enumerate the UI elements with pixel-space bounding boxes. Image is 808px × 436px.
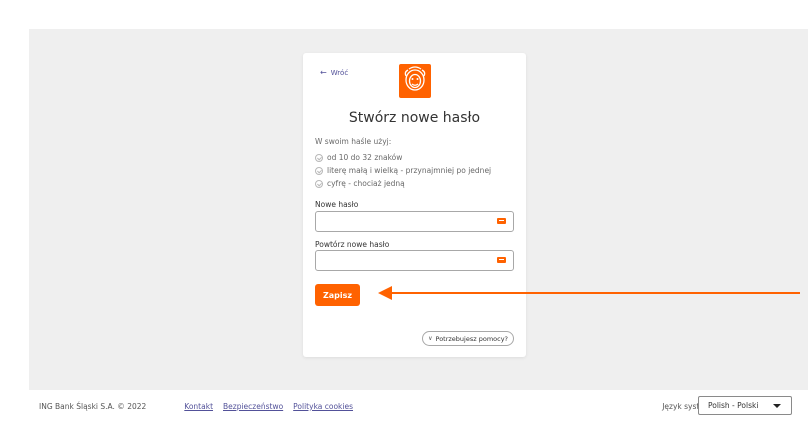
back-link-label: Wróć [330,68,349,77]
footer: ING Bank Śląski S.A. © 2022 Kontakt Bezp… [29,390,808,422]
help-button[interactable]: ∨ Potrzebujesz pomocy? [422,331,514,346]
create-password-card: ← Wróć Stwórz nowe hasło W swoim haśle u… [303,53,526,357]
ing-lion-logo [399,64,431,98]
check-circle-icon [315,153,323,162]
new-password-field[interactable] [315,211,514,234]
check-circle-icon [315,179,323,188]
virtual-keyboard-icon[interactable] [497,218,506,224]
footer-link-kontakt[interactable]: Kontakt [184,402,213,411]
back-link[interactable]: ← Wróć [320,68,348,77]
virtual-keyboard-icon[interactable] [497,257,506,263]
password-rules-intro: W swoim haśle użyj: [315,137,392,146]
footer-link-bezpieczenstwo[interactable]: Bezpieczeństwo [223,402,283,411]
password-rule: literę małą i wielką - przynajmniej po j… [315,164,491,177]
password-rules-list: od 10 do 32 znaków literę małą i wielką … [315,151,491,190]
new-password-label: Nowe hasło [315,200,359,209]
language-select-value: Polish - Polski [708,401,759,410]
repeat-password-input[interactable] [316,254,486,273]
arrow-left-icon: ← [320,68,327,77]
copyright-text: ING Bank Śląski S.A. © 2022 [39,401,147,411]
new-password-input[interactable] [316,215,486,234]
password-rule: od 10 do 32 znaków [315,151,491,164]
save-button[interactable]: Zapisz [315,284,360,306]
chevron-down-icon: ∨ [428,335,433,342]
language-select[interactable]: Polish - Polski [698,396,792,415]
caret-down-icon [773,404,781,408]
repeat-password-label: Powtórz nowe hasło [315,240,390,249]
password-rule-text: od 10 do 32 znaków [327,153,403,162]
repeat-password-field[interactable] [315,250,514,273]
check-circle-icon [315,166,323,175]
page-title: Stwórz nowe hasło [348,110,481,126]
password-rule-text: literę małą i wielką - przynajmniej po j… [327,166,492,175]
password-rule-text: cyfrę - chociaż jedną [327,179,405,188]
footer-link-polityka-cookies[interactable]: Polityka cookies [293,402,353,411]
password-rule: cyfrę - chociaż jedną [315,177,491,190]
footer-links: Kontakt Bezpieczeństwo Polityka cookies [184,402,353,411]
annotation-arrow [378,286,800,300]
help-button-label: Potrzebujesz pomocy? [435,334,509,343]
